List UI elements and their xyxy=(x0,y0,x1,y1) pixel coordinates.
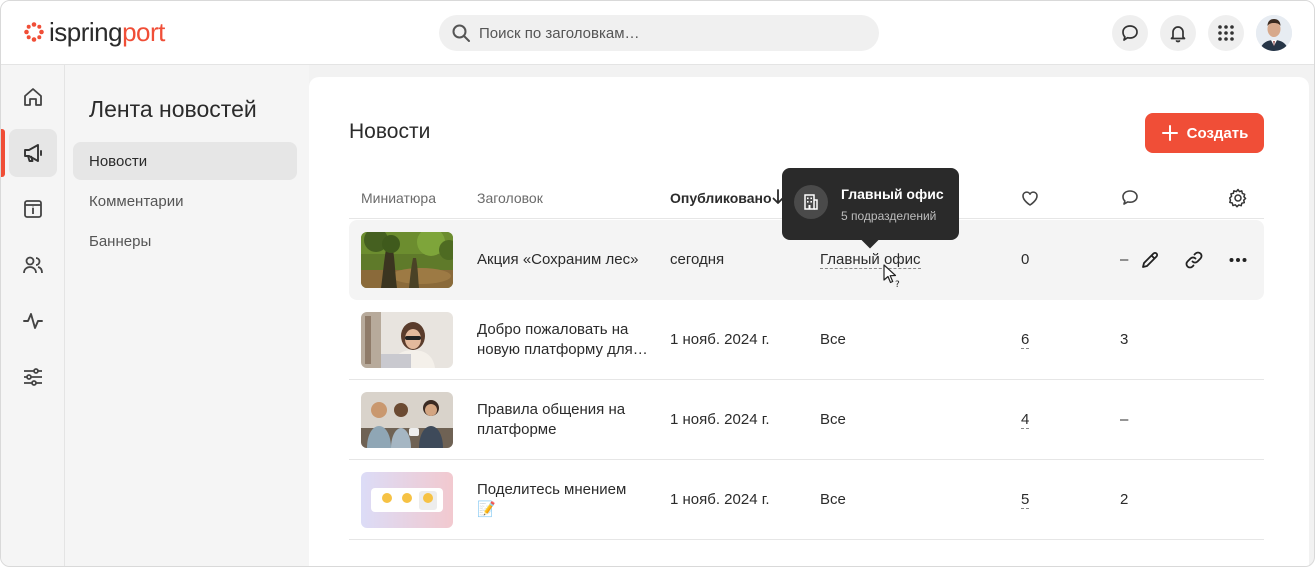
thumbnail-woman-laptop xyxy=(361,312,453,368)
comments-bubble-icon xyxy=(1122,190,1138,205)
search-icon xyxy=(452,24,470,42)
mouse-cursor-icon: ? xyxy=(883,264,900,288)
news-card: Новости Создать Миниатюра Заголовок Опуб… xyxy=(309,77,1309,566)
logo-text-port: port xyxy=(122,17,165,47)
avatar-image xyxy=(1256,15,1292,51)
sidebar-title: Лента новостей xyxy=(89,96,257,122)
sidebar-item-comments[interactable]: Комментарии xyxy=(73,182,297,220)
audience-text: Все xyxy=(820,331,846,348)
app-window: ispringport Поиск по заголовкам… Лента н… xyxy=(0,0,1315,567)
news-date: сегодня xyxy=(670,251,725,268)
sidebar-item-banners[interactable]: Баннеры xyxy=(73,222,297,260)
likes-heart-icon xyxy=(1022,191,1038,206)
news-date: 1 нояб. 2024 г. xyxy=(670,331,770,348)
logo[interactable]: ispringport xyxy=(23,18,165,46)
tooltip-title: Главный офис xyxy=(841,186,944,202)
column-header-published[interactable]: Опубликовано xyxy=(670,190,772,206)
thumbnail-emoji-poll xyxy=(361,472,453,528)
news-date: 1 нояб. 2024 г. xyxy=(670,411,770,428)
comments-count: 3 xyxy=(1120,331,1129,348)
table-settings-gear-icon[interactable] xyxy=(1227,187,1249,209)
audience-link[interactable]: Главный офис xyxy=(820,251,921,269)
people-icon xyxy=(23,256,43,274)
logo-text-ispring: ispring xyxy=(49,17,123,47)
top-bar: ispringport xyxy=(1,1,1314,65)
building-icon xyxy=(804,194,818,210)
likes-count[interactable]: 6 xyxy=(1021,331,1030,349)
chat-button[interactable] xyxy=(1112,15,1148,51)
apps-grid-icon xyxy=(1218,25,1234,41)
search-box[interactable] xyxy=(439,15,879,51)
nav-home[interactable] xyxy=(9,73,57,121)
nav-settings[interactable] xyxy=(9,353,57,401)
user-avatar[interactable] xyxy=(1256,15,1292,51)
section-sidebar: Лента новостей Новости Комментарии Банне… xyxy=(65,65,309,566)
table-row[interactable]: Добро пожаловать на новую платформу для…… xyxy=(349,300,1264,380)
comments-count: 2 xyxy=(1120,491,1129,508)
sliders-icon xyxy=(24,368,42,386)
chat-icon xyxy=(1122,25,1138,41)
audience-tooltip: Главный офис 5 подразделений xyxy=(782,168,959,240)
audience-text: Все xyxy=(820,491,846,508)
active-nav-indicator xyxy=(1,129,5,177)
notifications-button[interactable] xyxy=(1160,15,1196,51)
news-title-line-1[interactable]: Поделитесь мнением xyxy=(477,480,657,500)
nav-info[interactable] xyxy=(9,185,57,233)
news-title-line-1[interactable]: Правила общения на xyxy=(477,400,657,420)
thumbnail-forest xyxy=(361,232,453,288)
news-title-line-2[interactable]: платформе xyxy=(477,420,657,440)
home-icon xyxy=(24,88,42,106)
bell-icon xyxy=(1170,26,1186,43)
comments-count: – xyxy=(1120,251,1129,268)
comments-count: – xyxy=(1120,411,1129,428)
search-input[interactable] xyxy=(479,24,859,42)
apps-button[interactable] xyxy=(1208,15,1244,51)
news-title[interactable]: Акция «Сохраним лес» xyxy=(477,250,657,270)
news-title-line-1[interactable]: Добро пожаловать на xyxy=(477,320,657,340)
nav-people[interactable] xyxy=(9,241,57,289)
table-row[interactable]: Поделитесь мнением 📝 1 нояб. 2024 г. Все… xyxy=(349,460,1264,540)
main-nav-rail xyxy=(1,65,65,566)
column-header-thumbnail: Миниатюра xyxy=(361,190,436,206)
logo-icon xyxy=(24,22,44,42)
activity-icon xyxy=(23,313,43,329)
nav-news[interactable] xyxy=(9,129,57,177)
tooltip-icon-circle xyxy=(794,185,828,219)
likes-count: 0 xyxy=(1021,251,1030,268)
sidebar-item-news[interactable]: Новости xyxy=(73,142,297,180)
likes-count[interactable]: 4 xyxy=(1021,411,1030,429)
create-button-label: Создать xyxy=(1186,124,1249,142)
tooltip-subtitle: 5 подразделений xyxy=(841,209,937,223)
news-title-line-2[interactable]: новую платформу для… xyxy=(477,340,657,360)
plus-icon xyxy=(1161,125,1178,141)
page-title: Новости xyxy=(349,120,431,143)
table-row[interactable]: Правила общения на платформе 1 нояб. 202… xyxy=(349,380,1264,460)
svg-text:?: ? xyxy=(895,280,900,288)
column-header-title[interactable]: Заголовок xyxy=(477,190,543,206)
edit-pencil-icon[interactable] xyxy=(1139,249,1161,271)
nav-activity[interactable] xyxy=(9,297,57,345)
info-board-icon xyxy=(24,200,42,218)
megaphone-icon xyxy=(24,144,42,162)
thumbnail-people-talking xyxy=(361,392,453,448)
row-divider xyxy=(349,539,1264,540)
audience-text: Все xyxy=(820,411,846,428)
news-title-line-2[interactable]: 📝 xyxy=(477,500,657,520)
news-date: 1 нояб. 2024 г. xyxy=(670,491,770,508)
likes-count[interactable]: 5 xyxy=(1021,491,1030,509)
more-options-icon[interactable] xyxy=(1227,249,1249,271)
create-button[interactable]: Создать xyxy=(1145,113,1264,153)
copy-link-icon[interactable] xyxy=(1183,249,1205,271)
